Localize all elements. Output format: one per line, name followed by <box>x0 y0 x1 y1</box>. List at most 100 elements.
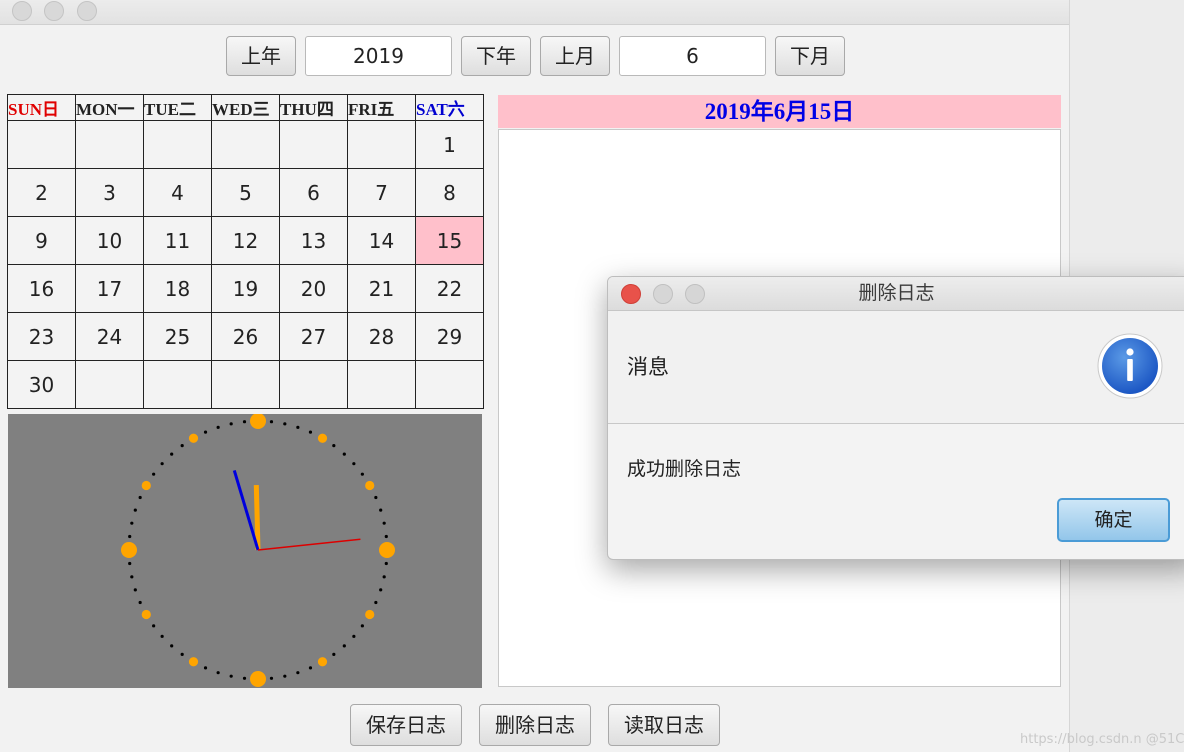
hour-marker <box>188 433 199 443</box>
calendar-day[interactable]: 23 <box>7 312 76 361</box>
save-log-button[interactable]: 保存日志 <box>350 704 462 746</box>
quarter-hour-marker <box>379 542 395 558</box>
calendar-day[interactable]: 13 <box>279 216 348 265</box>
ok-button[interactable]: 确定 <box>1057 498 1170 542</box>
calendar-day[interactable]: 22 <box>415 264 484 313</box>
next-month-button[interactable]: 下月 <box>775 36 845 76</box>
minute-tick <box>382 521 386 525</box>
minute-tick <box>242 420 247 424</box>
calendar-week-row: 1 <box>7 120 484 169</box>
calendar-day[interactable]: 17 <box>75 264 144 313</box>
calendar-empty-cell <box>143 120 212 169</box>
calendar-empty-cell <box>143 360 212 409</box>
minute-tick <box>160 462 164 466</box>
calendar-week-row: 30 <box>7 360 484 409</box>
calendar-day[interactable]: 28 <box>347 312 416 361</box>
calendar-day[interactable]: 12 <box>211 216 280 265</box>
minute-tick <box>203 430 208 434</box>
minute-tick <box>180 444 184 448</box>
delete-log-dialog: 删除日志 消息 成功删除日志 确定 <box>607 276 1184 560</box>
calendar-week-row: 16 17 18 19 20 21 22 <box>7 264 484 313</box>
calendar-day[interactable]: 11 <box>143 216 212 265</box>
calendar-empty-cell <box>279 120 348 169</box>
hour-marker <box>365 480 375 491</box>
log-date-header: 2019年6月15日 <box>498 95 1061 128</box>
calendar-day[interactable]: 9 <box>7 216 76 265</box>
minute-tick <box>379 588 383 592</box>
calendar-day[interactable]: 14 <box>347 216 416 265</box>
calendar-empty-cell <box>75 360 144 409</box>
analog-clock <box>8 413 482 688</box>
minute-tick <box>229 674 233 678</box>
calendar-day[interactable]: 30 <box>7 360 76 409</box>
calendar-day[interactable]: 4 <box>143 168 212 217</box>
calendar-empty-cell <box>279 360 348 409</box>
calendar-day[interactable]: 27 <box>279 312 348 361</box>
quarter-hour-marker <box>121 542 137 558</box>
minute-tick <box>283 674 287 678</box>
minute-tick <box>133 588 137 592</box>
weekday-tue: TUE二 <box>143 94 212 121</box>
minute-tick <box>296 671 300 675</box>
calendar-day[interactable]: 20 <box>279 264 348 313</box>
calendar-empty-cell <box>347 360 416 409</box>
calendar-day[interactable]: 21 <box>347 264 416 313</box>
minute-tick <box>382 575 386 579</box>
prev-month-button[interactable]: 上月 <box>540 36 610 76</box>
calendar-day[interactable]: 10 <box>75 216 144 265</box>
year-field[interactable]: 2019 <box>305 36 452 76</box>
minute-tick <box>360 472 364 476</box>
info-icon <box>1097 333 1163 399</box>
minute-tick <box>332 652 336 656</box>
minimize-window-button[interactable] <box>44 1 64 21</box>
minute-hand <box>232 470 260 551</box>
month-field[interactable]: 6 <box>619 36 766 76</box>
weekday-sun: SUN日 <box>7 94 76 121</box>
calendar-grid: SUN日 MON一 TUE二 WED三 THU四 FRI五 SAT六 12345… <box>7 94 484 409</box>
calendar-week-row: 2345678 <box>7 168 484 217</box>
calendar-day[interactable]: 18 <box>143 264 212 313</box>
weekday-fri: FRI五 <box>347 94 416 121</box>
weekday-mon: MON一 <box>75 94 144 121</box>
calendar-empty-cell <box>75 120 144 169</box>
calendar-day[interactable]: 25 <box>143 312 212 361</box>
calendar-day[interactable]: 8 <box>415 168 484 217</box>
minute-tick <box>332 444 336 448</box>
calendar-day[interactable]: 1 <box>415 120 484 169</box>
minute-tick <box>283 422 287 426</box>
prev-year-button[interactable]: 上年 <box>226 36 296 76</box>
dialog-header-pane: 消息 <box>608 311 1184 424</box>
second-hand <box>257 538 361 551</box>
calendar-day[interactable]: 7 <box>347 168 416 217</box>
calendar-day[interactable]: 5 <box>211 168 280 217</box>
minute-tick <box>384 561 388 566</box>
close-window-button[interactable] <box>12 1 32 21</box>
minute-tick <box>379 508 383 512</box>
delete-log-button[interactable]: 删除日志 <box>479 704 591 746</box>
calendar-day[interactable]: 26 <box>211 312 280 361</box>
read-log-button[interactable]: 读取日志 <box>608 704 720 746</box>
quarter-hour-marker <box>250 413 266 429</box>
minute-tick <box>216 671 220 675</box>
minute-tick <box>216 425 220 429</box>
hour-marker <box>188 657 199 667</box>
zoom-window-button[interactable] <box>77 1 97 21</box>
minute-tick <box>128 561 132 566</box>
calendar-day[interactable]: 16 <box>7 264 76 313</box>
calendar-empty-cell <box>211 120 280 169</box>
minute-tick <box>180 652 184 656</box>
calendar-day[interactable]: 3 <box>75 168 144 217</box>
calendar-day[interactable]: 2 <box>7 168 76 217</box>
minute-tick <box>360 624 364 628</box>
minute-tick <box>128 534 132 539</box>
calendar-day[interactable]: 29 <box>415 312 484 361</box>
minute-tick <box>152 624 156 628</box>
calendar-day[interactable]: 6 <box>279 168 348 217</box>
minute-tick <box>374 495 378 500</box>
watermark-text: https://blog.csdn.n @51CTO博客 <box>1020 732 1184 747</box>
next-year-button[interactable]: 下年 <box>461 36 531 76</box>
quarter-hour-marker <box>250 671 266 687</box>
calendar-day-selected[interactable]: 15 <box>415 216 484 265</box>
calendar-day[interactable]: 19 <box>211 264 280 313</box>
calendar-day[interactable]: 24 <box>75 312 144 361</box>
